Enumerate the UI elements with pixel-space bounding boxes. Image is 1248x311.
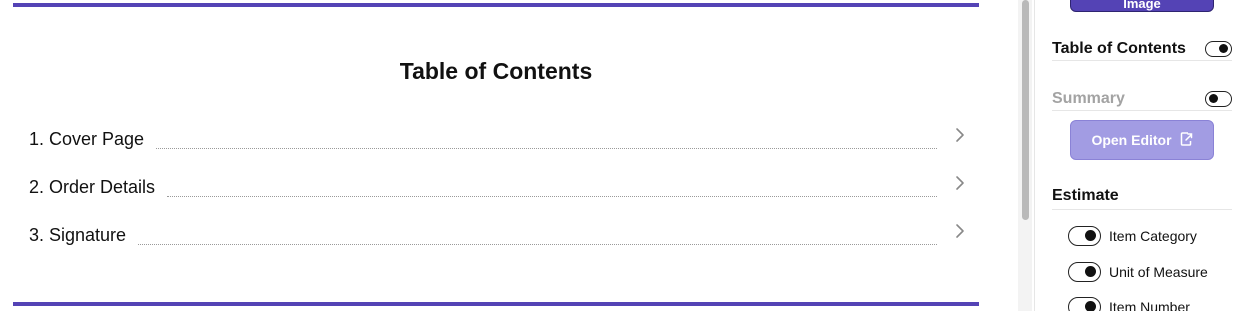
preview-scrollbar-thumb[interactable] [1022, 0, 1029, 220]
toc-item-label: 3. Signature [29, 225, 127, 245]
document-preview: Table of Contents 1. Cover Page 2. Order… [0, 0, 1000, 311]
summary-toggle[interactable] [1205, 90, 1232, 107]
toggle-knob [1085, 301, 1096, 311]
estimate-option-item-category: Item Category [1068, 225, 1197, 247]
summary-label: Summary [1052, 89, 1125, 107]
toc-heading: Table of Contents [399, 58, 593, 84]
estimate-option-label: Unit of Measure [1109, 264, 1208, 280]
settings-panel: Image Table of Contents Summary Open Edi… [1035, 0, 1248, 311]
item-number-toggle[interactable] [1068, 297, 1101, 311]
toc-item-signature[interactable]: 3. Signature [29, 216, 967, 246]
toggle-knob [1085, 266, 1096, 277]
summary-row: Summary [1052, 87, 1232, 111]
table-of-contents-toggle[interactable] [1205, 40, 1232, 57]
open-external-icon [1180, 131, 1193, 149]
table-of-contents-label: Table of Contents [1052, 39, 1186, 57]
toc-item-cover-page[interactable]: 1. Cover Page [29, 120, 967, 150]
chevron-right-icon[interactable] [953, 220, 967, 242]
app-root: Table of Contents 1. Cover Page 2. Order… [0, 0, 1248, 311]
toc-leader-dots [167, 196, 937, 197]
table-of-contents-row: Table of Contents [1052, 37, 1232, 61]
estimate-option-label: Item Number [1109, 299, 1190, 311]
toc-item-label: 1. Cover Page [29, 129, 145, 149]
image-button[interactable]: Image [1070, 0, 1214, 12]
toggle-knob [1085, 230, 1096, 241]
toc-leader-dots [156, 148, 937, 149]
open-editor-button[interactable]: Open Editor [1070, 120, 1214, 160]
chevron-right-icon[interactable] [953, 172, 967, 194]
estimate-heading: Estimate [1052, 186, 1232, 210]
toc-item-label: 2. Order Details [29, 177, 156, 197]
estimate-option-label: Item Category [1109, 228, 1197, 244]
open-editor-label: Open Editor [1091, 132, 1172, 148]
unit-of-measure-toggle[interactable] [1068, 262, 1101, 282]
chevron-right-icon[interactable] [953, 124, 967, 146]
section-top-rule [13, 3, 979, 7]
toggle-knob [1219, 43, 1228, 53]
toc-item-order-details[interactable]: 2. Order Details [29, 168, 967, 198]
toggle-knob [1209, 93, 1218, 103]
estimate-option-unit-of-measure: Unit of Measure [1068, 261, 1208, 283]
item-category-toggle[interactable] [1068, 226, 1101, 246]
toc-leader-dots [138, 244, 937, 245]
estimate-option-item-number: Item Number [1068, 296, 1190, 311]
section-bottom-rule [13, 302, 979, 306]
